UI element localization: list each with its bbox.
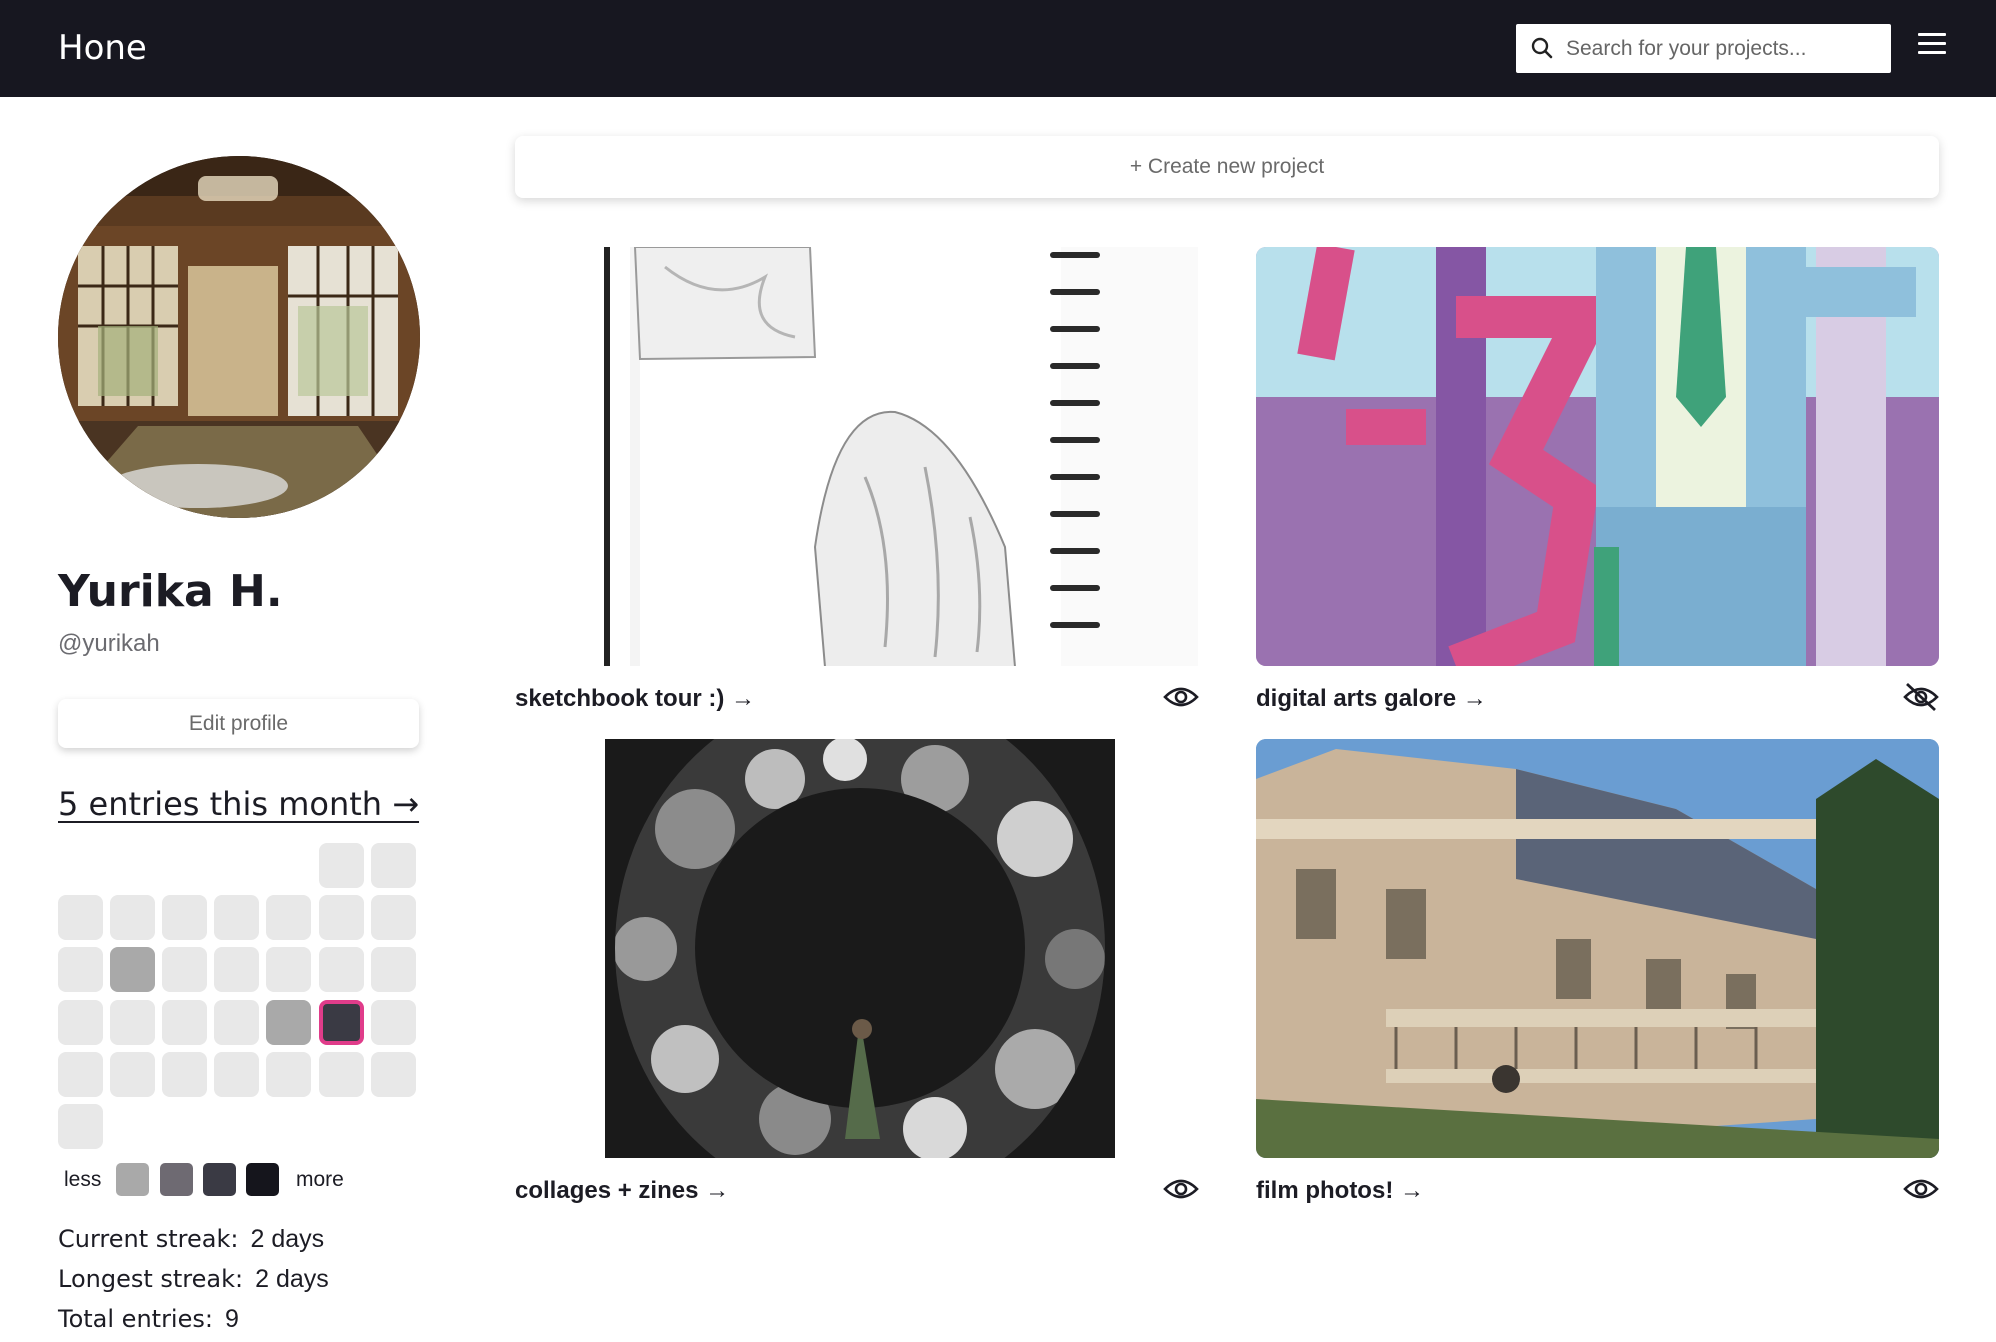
calendar-day[interactable] xyxy=(319,843,364,888)
project-thumbnail[interactable] xyxy=(1256,739,1939,1158)
project-thumbnail[interactable] xyxy=(515,247,1198,666)
calendar-day[interactable] xyxy=(58,1052,103,1097)
stat-label: Total entries: xyxy=(58,1305,213,1333)
calendar-day[interactable] xyxy=(58,1000,103,1045)
calendar-day[interactable] xyxy=(319,1052,364,1097)
legend-swatch xyxy=(203,1163,236,1196)
calendar-day[interactable] xyxy=(162,895,207,940)
calendar-day[interactable] xyxy=(214,1052,259,1097)
current-streak-stat: Current streak: 2 days xyxy=(58,1225,324,1254)
eye-icon[interactable] xyxy=(1163,684,1199,710)
legend-swatch xyxy=(160,1163,193,1196)
project-thumbnail[interactable] xyxy=(515,739,1198,1158)
app-logo[interactable]: Hone xyxy=(58,28,147,68)
calendar-day[interactable] xyxy=(214,1000,259,1045)
stat-label: Longest streak: xyxy=(58,1265,244,1293)
calendar-day[interactable] xyxy=(266,895,311,940)
calendar-day[interactable] xyxy=(319,947,364,992)
legend-more-label: more xyxy=(296,1168,344,1191)
calendar-day[interactable] xyxy=(110,1052,155,1097)
entries-this-month-link[interactable]: 5 entries this month → xyxy=(58,785,419,823)
profile-name: Yurika H. xyxy=(58,566,283,617)
search-icon xyxy=(1531,37,1553,59)
eye-off-icon[interactable] xyxy=(1903,682,1939,712)
stat-label: Current streak: xyxy=(58,1225,239,1253)
top-navigation-bar: Hone xyxy=(0,0,1996,97)
project-title-link[interactable]: sketchbook tour :) → xyxy=(515,685,755,713)
calendar-day[interactable] xyxy=(266,947,311,992)
eye-icon[interactable] xyxy=(1163,1176,1199,1202)
create-project-button[interactable]: + Create new project xyxy=(515,136,1939,198)
hamburger-menu-icon[interactable] xyxy=(1918,33,1948,55)
calendar-day-today[interactable] xyxy=(319,1000,364,1045)
eye-icon[interactable] xyxy=(1903,1176,1939,1202)
legend-swatch xyxy=(246,1163,279,1196)
project-thumbnail[interactable] xyxy=(1256,247,1939,666)
calendar-day[interactable] xyxy=(110,1000,155,1045)
calendar-day[interactable] xyxy=(266,1052,311,1097)
calendar-day[interactable] xyxy=(58,947,103,992)
project-title-link[interactable]: collages + zines → xyxy=(515,1177,729,1205)
stat-value: 2 days xyxy=(250,1225,325,1253)
calendar-day[interactable] xyxy=(162,947,207,992)
calendar-day[interactable] xyxy=(162,1052,207,1097)
calendar-day[interactable] xyxy=(214,947,259,992)
calendar-day[interactable] xyxy=(371,947,416,992)
calendar-day[interactable] xyxy=(371,1052,416,1097)
legend-swatch xyxy=(116,1163,149,1196)
edit-profile-button[interactable]: Edit profile xyxy=(58,699,419,748)
calendar-day[interactable] xyxy=(319,895,364,940)
calendar-day[interactable] xyxy=(214,895,259,940)
project-title-link[interactable]: film photos! → xyxy=(1256,1177,1424,1205)
search-input[interactable] xyxy=(1566,24,1881,73)
calendar-day[interactable] xyxy=(58,1104,103,1149)
calendar-day[interactable] xyxy=(371,895,416,940)
profile-handle: @yurikah xyxy=(58,630,160,657)
legend-less-label: less xyxy=(64,1168,102,1191)
profile-avatar xyxy=(58,156,420,518)
project-title-link[interactable]: digital arts galore → xyxy=(1256,685,1487,713)
calendar-day[interactable] xyxy=(371,843,416,888)
total-entries-stat: Total entries: 9 xyxy=(58,1305,239,1334)
calendar-day[interactable] xyxy=(110,947,155,992)
search-box[interactable] xyxy=(1516,24,1891,73)
longest-streak-stat: Longest streak: 2 days xyxy=(58,1265,329,1294)
calendar-day[interactable] xyxy=(110,895,155,940)
calendar-day[interactable] xyxy=(266,1000,311,1045)
calendar-day[interactable] xyxy=(162,1000,207,1045)
stat-value: 2 days xyxy=(255,1265,329,1293)
calendar-day[interactable] xyxy=(371,1000,416,1045)
stat-value: 9 xyxy=(224,1305,239,1333)
calendar-day[interactable] xyxy=(58,895,103,940)
